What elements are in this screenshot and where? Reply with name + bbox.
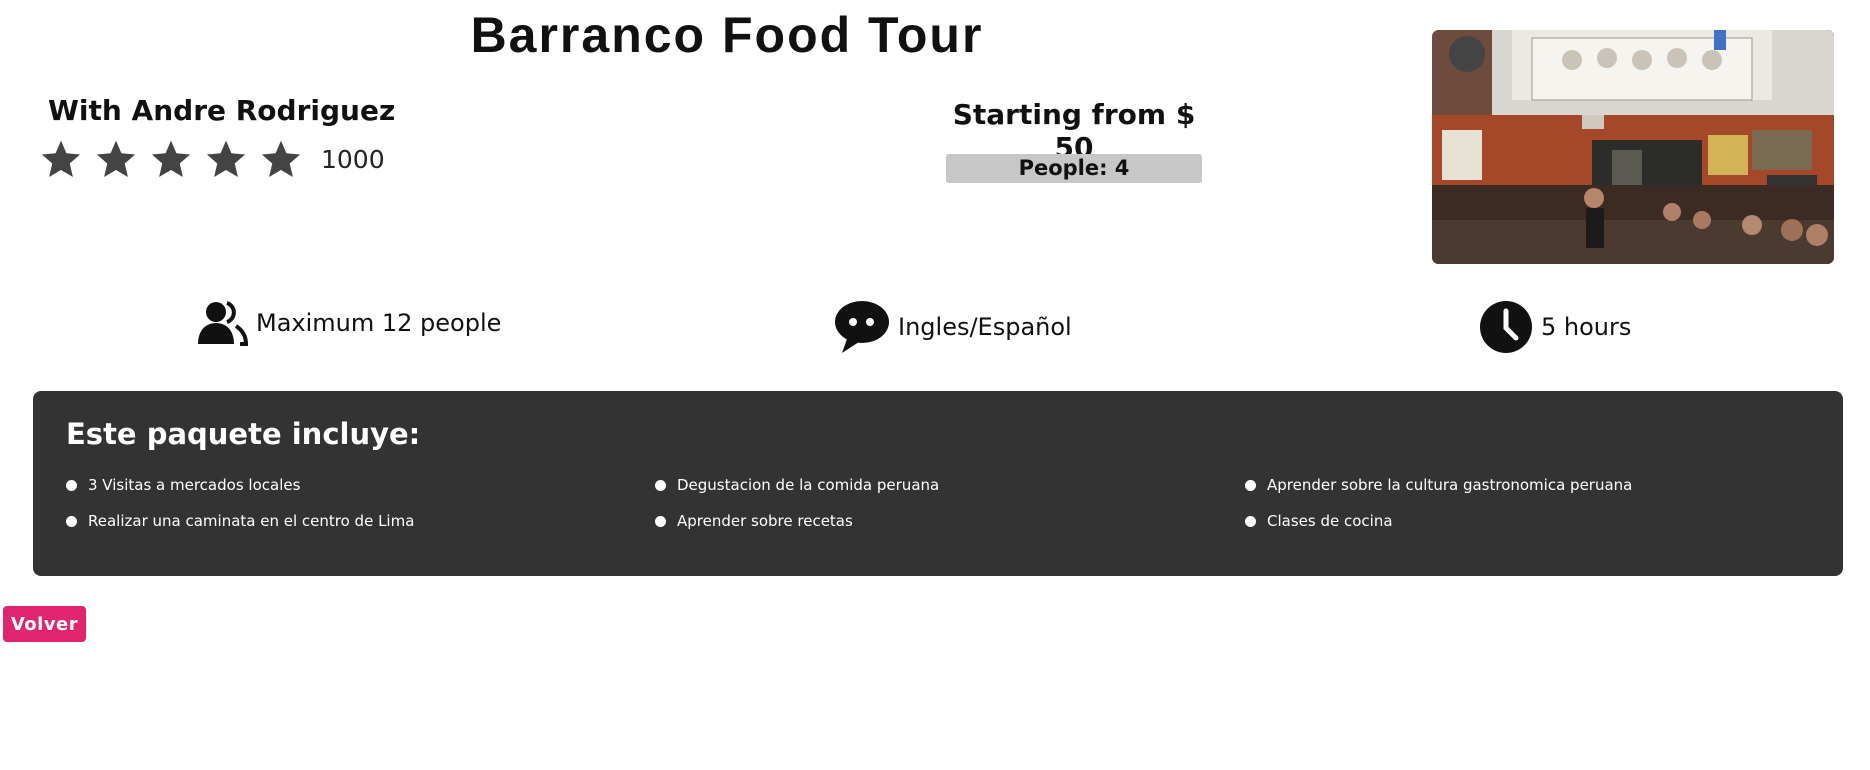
star-icon: [151, 140, 191, 178]
restaurant-photo: [1432, 30, 1834, 264]
bullet-icon: [66, 479, 77, 491]
list-item: Clases de cocina: [1245, 512, 1393, 530]
rating-count: 1000: [321, 144, 385, 174]
people-icon: [198, 301, 248, 346]
feature-label: 5 hours: [1541, 313, 1632, 341]
star-icon: [41, 140, 81, 178]
bullet-icon: [66, 515, 77, 527]
list-item-text: Clases de cocina: [1267, 512, 1393, 530]
feature-max-people: Maximum 12 people: [196, 300, 501, 346]
star-icon: [96, 140, 136, 178]
feature-label: Ingles/Español: [898, 313, 1072, 341]
list-item-text: Degustacion de la comida peruana: [677, 476, 940, 494]
tour-photo: [1432, 30, 1834, 264]
list-item: Aprender sobre la cultura gastronomica p…: [1245, 476, 1632, 494]
list-item-text: Aprender sobre la cultura gastronomica p…: [1267, 476, 1633, 494]
list-item-text: Aprender sobre recetas: [677, 512, 853, 530]
list-item: Aprender sobre recetas: [655, 512, 853, 530]
list-item: Degustacion de la comida peruana: [655, 476, 939, 494]
list-item-text: 3 Visitas a mercados locales: [88, 476, 301, 494]
bullet-icon: [1245, 515, 1256, 527]
list-item-text: Realizar una caminata en el centro de Li…: [88, 512, 415, 530]
feature-languages: Ingles/Español: [834, 300, 1072, 354]
people-counter[interactable]: People: 4: [946, 154, 1202, 183]
feature-duration: 5 hours: [1479, 300, 1631, 354]
list-item: 3 Visitas a mercados locales: [66, 476, 300, 494]
people-count-label: People: 4: [1018, 156, 1130, 180]
speech-bubble-icon: [835, 301, 889, 353]
package-includes-panel: Este paquete incluye: 3 Visitas a mercad…: [33, 391, 1843, 576]
star-rating: 1000: [40, 138, 385, 180]
package-title: Este paquete incluye:: [66, 417, 421, 451]
star-icon: [206, 140, 246, 178]
tour-title: Barranco Food Tour: [470, 7, 984, 63]
clock-icon: [1480, 301, 1532, 353]
bullet-icon: [1245, 479, 1256, 491]
bullet-icon: [655, 479, 666, 491]
back-button[interactable]: Volver: [3, 606, 86, 642]
star-icon: [261, 140, 301, 178]
feature-label: Maximum 12 people: [256, 309, 502, 337]
list-item: Realizar una caminata en el centro de Li…: [66, 512, 414, 530]
guide-name: With Andre Rodriguez: [48, 94, 396, 127]
bullet-icon: [655, 515, 666, 527]
